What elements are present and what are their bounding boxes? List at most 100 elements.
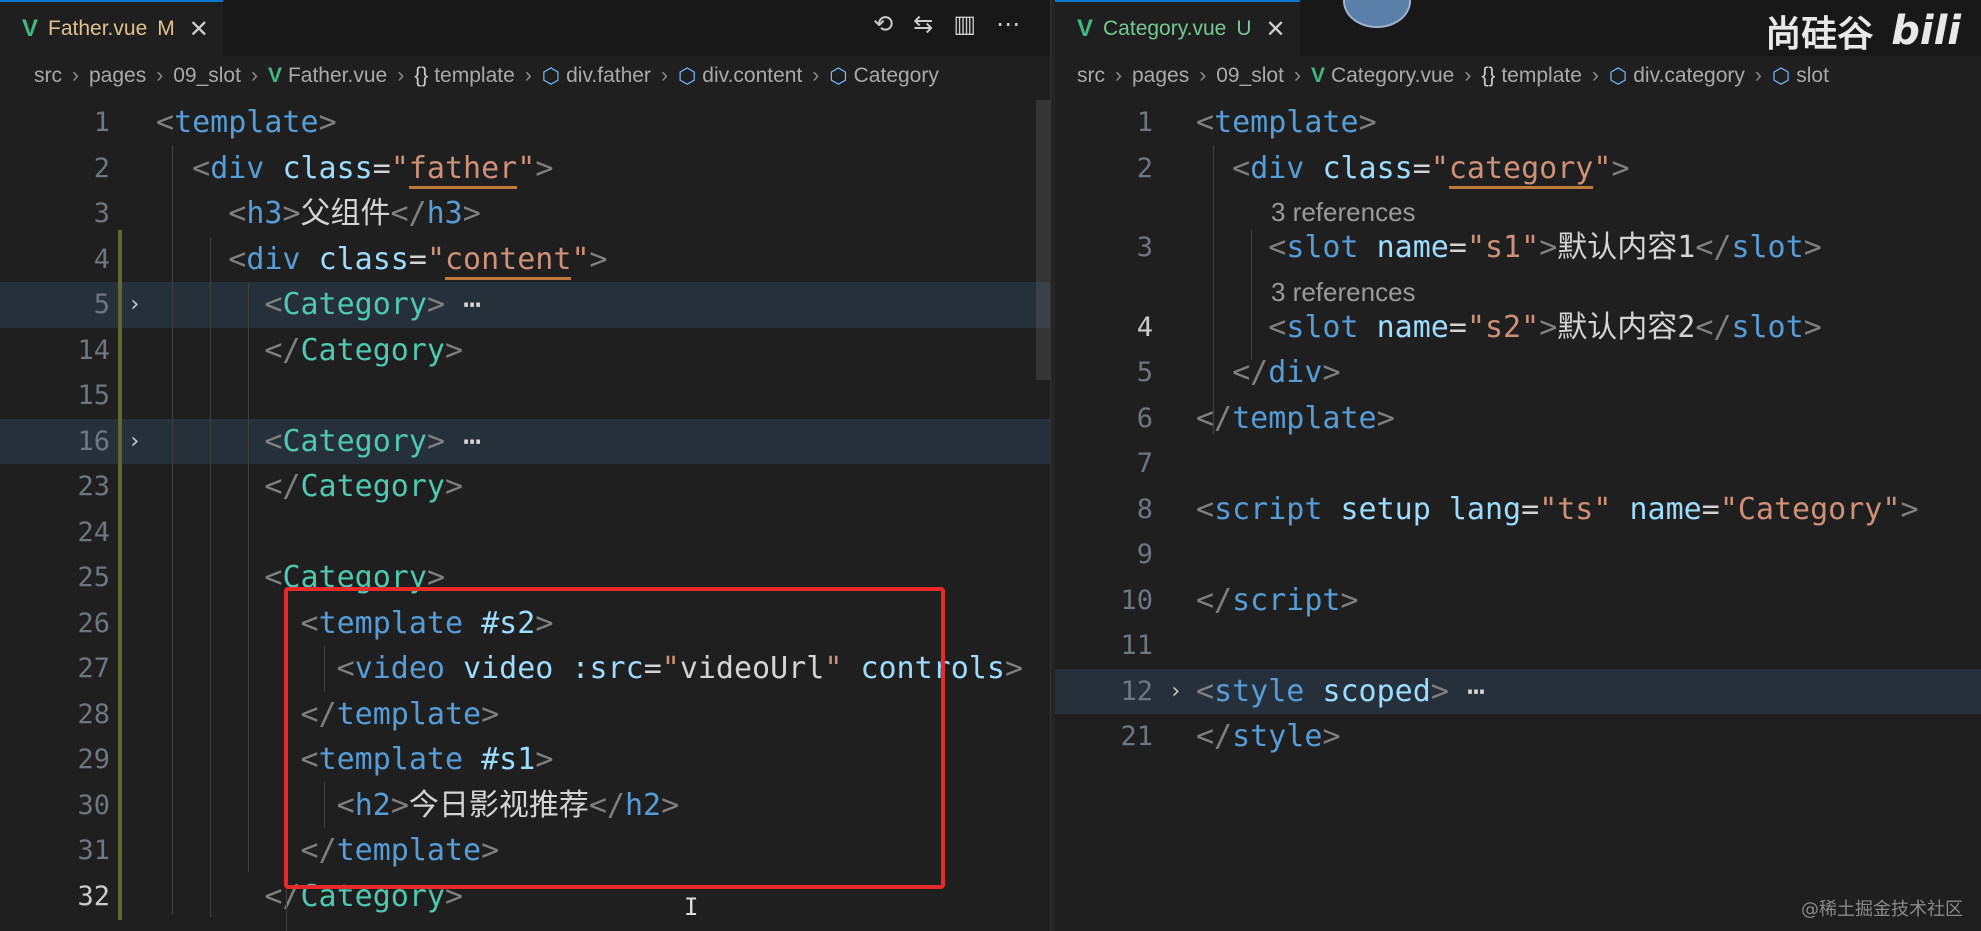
code-line[interactable]: 12 › <style scoped> ⋯ [1055,668,1981,715]
chevron-right-icon: › [397,64,405,87]
code-line[interactable]: 24 [0,510,1050,556]
vue-icon: V [22,15,39,42]
braces-icon: {} [414,64,429,87]
timeline-icon[interactable]: ⟲ [873,10,893,38]
more-actions-icon[interactable]: ⋯ [996,10,1020,38]
text-cursor-icon: I [684,893,699,921]
line-number: 5 [1136,357,1153,388]
code-text: <div class="category"> [1196,146,1630,192]
fold-chevron-icon[interactable]: › [1169,669,1182,715]
breadcrumb-item[interactable]: template [434,64,515,88]
breadcrumb-item[interactable]: 09_slot [173,64,241,88]
line-number: 26 [77,607,110,639]
code-text: </Category> [264,332,464,368]
chevron-right-icon: › [1293,64,1301,87]
watermark: 尚硅谷 bili [1765,5,1961,57]
code-text: </template> [1196,400,1395,436]
breadcrumb-item[interactable]: Father.vue [288,64,387,88]
breadcrumb-item[interactable]: div.father [566,64,651,88]
code-line[interactable]: 14 </Category> [0,328,1050,374]
line-number: 27 [77,653,110,684]
line-number: 23 [77,471,110,502]
code-line[interactable]: 8 <script setup lang="ts" name="Category"… [1055,487,1981,533]
code-line[interactable]: 9 [1055,532,1981,578]
breadcrumb-item[interactable]: div.category [1633,64,1745,88]
untracked-badge: U [1236,17,1252,40]
tab-category-vue[interactable]: V Category.vue U ✕ [1055,0,1300,56]
code-text: </style> [1196,719,1341,754]
code-text: <div class="content"> [156,237,608,283]
code-line[interactable]: 2 <div class="father"> [0,146,1050,192]
breadcrumb-item[interactable]: template [1501,64,1582,88]
breadcrumb-item[interactable]: pages [1132,64,1189,88]
code-editor[interactable]: 1 <template> 2 <div class="category"> 3 ref… [1055,100,1981,931]
line-number: 31 [77,835,110,866]
line-number: 7 [1136,448,1153,479]
code-text: </div> [1232,355,1341,390]
close-icon[interactable]: ✕ [189,15,209,44]
code-text: <Category> ⋯ [264,423,482,459]
chevron-right-icon: › [156,64,164,87]
code-text: <template> [1196,105,1377,140]
code-line[interactable]: 7 [1055,441,1981,487]
chevron-right-icon: › [1464,64,1472,87]
code-line[interactable]: 11 [1055,623,1981,669]
code-line[interactable]: 2 <div class="category"> [1055,146,1981,192]
line-number: 5 [93,289,110,320]
vue-icon: V [267,64,282,87]
indent-guide [210,237,211,917]
close-icon[interactable]: ✕ [1266,15,1286,44]
code-line[interactable]: 6 </template> [1055,396,1981,442]
tab-father-vue[interactable]: V Father.vue M ✕ [0,0,223,56]
line-number: 3 [1136,232,1153,263]
line-number: 8 [1136,493,1153,525]
breadcrumb: src › pages › 09_slot › V Category.vue › {} templa… [1055,58,1981,94]
breadcrumb-item[interactable]: 09_slot [1216,64,1284,88]
indent-guide [248,282,249,872]
chevron-right-icon: › [250,64,258,87]
tab-label: Father.vue [48,17,148,40]
git-change-marker [118,230,122,920]
left-editor-pane: V Father.vue M ✕ ⟲ ⇆ ▥ ⋯ src › pages › 09_sl… [0,0,1050,931]
right-editor-pane: V Category.vue U ✕ src › pages › 09_slot › V Ca… [1055,0,1981,931]
code-text: </script> [1196,582,1359,618]
code-text: </Category> [264,469,464,504]
scrollbar[interactable] [1036,100,1050,380]
indent-guide [1251,230,1252,360]
line-number: 2 [1136,152,1153,184]
code-line[interactable]: 3 <slot name="s1">默认内容1</slot> [1055,225,1981,271]
code-line[interactable]: 5 › <Category> ⋯ [0,282,1050,328]
breadcrumb-item[interactable]: src [1077,64,1105,88]
code-line[interactable]: 15 [0,373,1050,419]
chevron-right-icon: › [72,64,79,87]
line-number: 11 [1120,630,1153,661]
breadcrumb-item[interactable]: pages [89,64,146,88]
code-line[interactable]: 1 <template> [1055,100,1981,146]
breadcrumb-item[interactable]: slot [1796,64,1829,88]
split-editor-icon[interactable]: ▥ [953,10,976,38]
breadcrumb-item[interactable]: div.content [702,64,802,88]
code-line[interactable]: 3 <h3>父组件</h3> [0,191,1050,237]
breadcrumb-item[interactable]: src [34,64,62,88]
element-icon: ⬡ [1771,64,1791,88]
breadcrumb-item[interactable]: Category [854,64,939,88]
element-icon: ⬡ [829,64,848,88]
tab-label: Category.vue [1103,17,1227,40]
code-line[interactable]: 4 <slot name="s2">默认内容2</slot> [1055,305,1981,351]
code-line[interactable]: 4 <div class="content"> [0,237,1050,283]
breadcrumb-item[interactable]: Category.vue [1331,64,1454,88]
code-line[interactable]: 5 </div> [1055,350,1981,396]
code-line[interactable]: 1 <template> [0,100,1050,146]
chevron-right-icon: › [812,64,820,87]
code-line[interactable]: 16 › <Category> ⋯ [0,418,1050,465]
line-number: 6 [1136,402,1153,434]
indent-guide [1213,145,1214,435]
indent-guide [172,145,173,915]
compare-changes-icon[interactable]: ⇆ [913,10,933,38]
code-line[interactable]: 23 </Category> [0,464,1050,510]
code-line[interactable]: 10 </script> [1055,578,1981,624]
element-icon: ⬡ [677,64,697,88]
fold-chevron-icon[interactable]: › [128,419,141,465]
fold-chevron-icon[interactable]: › [128,282,141,328]
code-line[interactable]: 21 </style> [1055,714,1981,760]
